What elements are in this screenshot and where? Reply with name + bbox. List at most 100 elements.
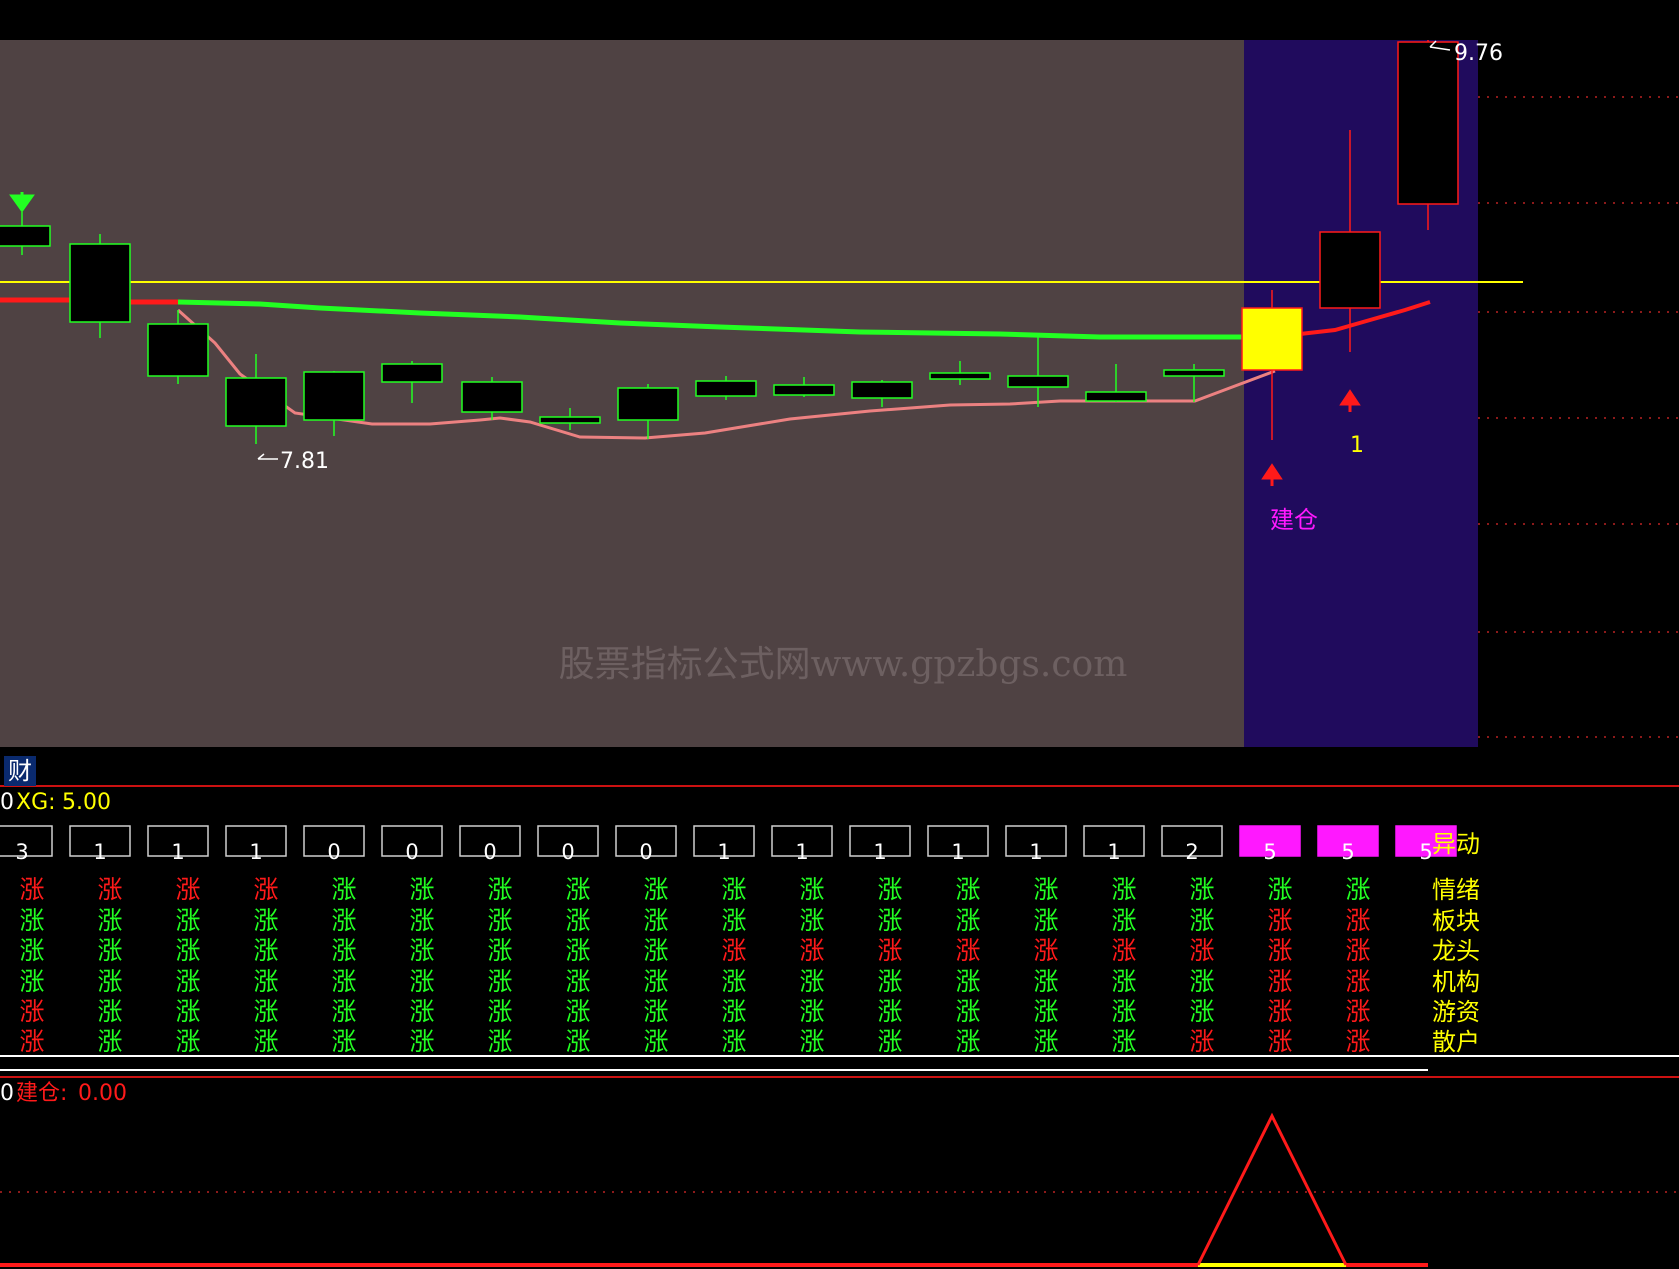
zhang-cell: 涨 — [721, 875, 746, 904]
zhang-cell: 涨 — [331, 906, 356, 935]
score-value: 5 — [1263, 840, 1276, 864]
zhang-cell: 涨 — [721, 997, 746, 1026]
zhang-cell: 涨 — [1267, 875, 1292, 904]
zhang-cell: 涨 — [643, 1027, 668, 1056]
zhang-cell: 涨 — [721, 967, 746, 996]
candle-body — [147, 323, 209, 377]
jiancang-spike — [1196, 1112, 1348, 1266]
zhang-cell: 涨 — [565, 967, 590, 996]
jiancang-label: 建仓: — [16, 1081, 68, 1106]
zhang-cell: 涨 — [1267, 997, 1292, 1026]
candle — [69, 234, 131, 338]
zhang-cell: 涨 — [1033, 936, 1058, 965]
score-value: 5 — [1419, 840, 1432, 864]
jiancang-value: 0.00 — [78, 1081, 127, 1106]
zhang-cell: 涨 — [1111, 967, 1136, 996]
candle-body — [225, 377, 287, 427]
zhang-cell: 涨 — [1111, 875, 1136, 904]
low-price-label: 7.81 — [280, 449, 329, 474]
score-value: 2 — [1185, 840, 1198, 864]
zhang-cell: 涨 — [1189, 997, 1214, 1026]
zhang-cell: 涨 — [643, 967, 668, 996]
zhang-cell: 涨 — [1267, 936, 1292, 965]
score-value: 0 — [483, 840, 496, 864]
candle-body — [929, 372, 991, 380]
candle-body — [461, 381, 523, 413]
zhang-cell: 涨 — [643, 997, 668, 1026]
zhang-cell: 涨 — [175, 936, 200, 965]
watermark: 股票指标公式网www.gpzbgs.com — [559, 644, 1128, 685]
zhang-cell: 涨 — [877, 936, 902, 965]
score-value: 1 — [93, 840, 106, 864]
score-value: 1 — [171, 840, 184, 864]
zhang-cell: 涨 — [175, 1027, 200, 1056]
zhang-cell: 涨 — [331, 967, 356, 996]
formula-tab[interactable]: 财 — [4, 756, 36, 786]
panel2-title-prefix: 0 — [0, 790, 14, 815]
zhang-cell: 涨 — [253, 906, 278, 935]
zhang-cell: 涨 — [253, 1027, 278, 1056]
candle-body — [0, 225, 51, 247]
xg-value: 5.00 — [62, 790, 111, 815]
zhang-cell: 涨 — [1267, 906, 1292, 935]
candle — [1397, 40, 1459, 230]
zhang-cell: 涨 — [175, 997, 200, 1026]
score-value: 0 — [405, 840, 418, 864]
zhang-cell: 涨 — [1189, 875, 1214, 904]
zhang-cell: 涨 — [1033, 997, 1058, 1026]
zhang-cell: 涨 — [1267, 967, 1292, 996]
zhang-cell: 涨 — [409, 1027, 434, 1056]
zhang-cell: 涨 — [175, 967, 200, 996]
row-label: 机构 — [1432, 968, 1480, 996]
zhang-cell: 涨 — [1345, 875, 1370, 904]
zhang-cell: 涨 — [331, 875, 356, 904]
zhang-cell: 涨 — [19, 875, 44, 904]
candle-body — [1163, 369, 1225, 377]
zhang-cell: 涨 — [19, 997, 44, 1026]
candle-body — [1397, 41, 1459, 205]
zhang-cell: 涨 — [1345, 906, 1370, 935]
candle-body — [1085, 391, 1147, 402]
zhang-cell: 涨 — [409, 997, 434, 1026]
indicator-matrix: 涨涨涨涨涨涨涨涨涨涨涨涨涨涨涨涨涨涨涨涨涨涨涨涨涨涨涨涨涨涨涨涨涨涨涨涨涨涨涨涨… — [19, 875, 1370, 1056]
zhang-cell: 涨 — [1189, 967, 1214, 996]
zhang-cell: 涨 — [955, 906, 980, 935]
zhang-cell: 涨 — [97, 1027, 122, 1056]
zhang-cell: 涨 — [565, 875, 590, 904]
zhang-cell: 涨 — [643, 875, 668, 904]
candle-body — [851, 381, 913, 399]
buy-signal-label: 建仓 — [1270, 506, 1318, 534]
candle-body — [69, 243, 131, 323]
score-value: 3 — [15, 840, 28, 864]
zhang-cell: 涨 — [487, 967, 512, 996]
zhang-cell: 涨 — [409, 936, 434, 965]
zhang-cell: 涨 — [1033, 967, 1058, 996]
score-value: 1 — [1029, 840, 1042, 864]
zhang-cell: 涨 — [97, 936, 122, 965]
kline-chart-canvas[interactable]: 股票指标公式网www.gpzbgs.com 9.76 7.81 建仓 1 3 1 1… — [0, 0, 1679, 1269]
high-price-label: 9.76 — [1454, 41, 1503, 66]
zhang-cell: 涨 — [19, 906, 44, 935]
zhang-cell: 涨 — [1033, 1027, 1058, 1056]
row-label: 板块 — [1432, 907, 1480, 935]
score-value: 1 — [795, 840, 808, 864]
zhang-cell: 涨 — [331, 997, 356, 1026]
zhang-cell: 涨 — [253, 967, 278, 996]
zhang-cell: 涨 — [1111, 997, 1136, 1026]
zhang-cell: 涨 — [175, 875, 200, 904]
zhang-cell: 涨 — [1033, 906, 1058, 935]
score-value: 0 — [561, 840, 574, 864]
xg-label: XG: — [16, 790, 56, 815]
zhang-cell: 涨 — [955, 875, 980, 904]
zhang-cell: 涨 — [409, 875, 434, 904]
zhang-cell: 涨 — [1345, 967, 1370, 996]
zhang-cell: 涨 — [253, 936, 278, 965]
zhang-cell: 涨 — [877, 967, 902, 996]
zhang-cell: 涨 — [487, 936, 512, 965]
zhang-cell: 涨 — [1345, 936, 1370, 965]
score-value: 5 — [1341, 840, 1354, 864]
zhang-cell: 涨 — [1111, 1027, 1136, 1056]
zhang-cell: 涨 — [565, 936, 590, 965]
candle-body — [695, 380, 757, 397]
zhang-cell: 涨 — [19, 1027, 44, 1056]
